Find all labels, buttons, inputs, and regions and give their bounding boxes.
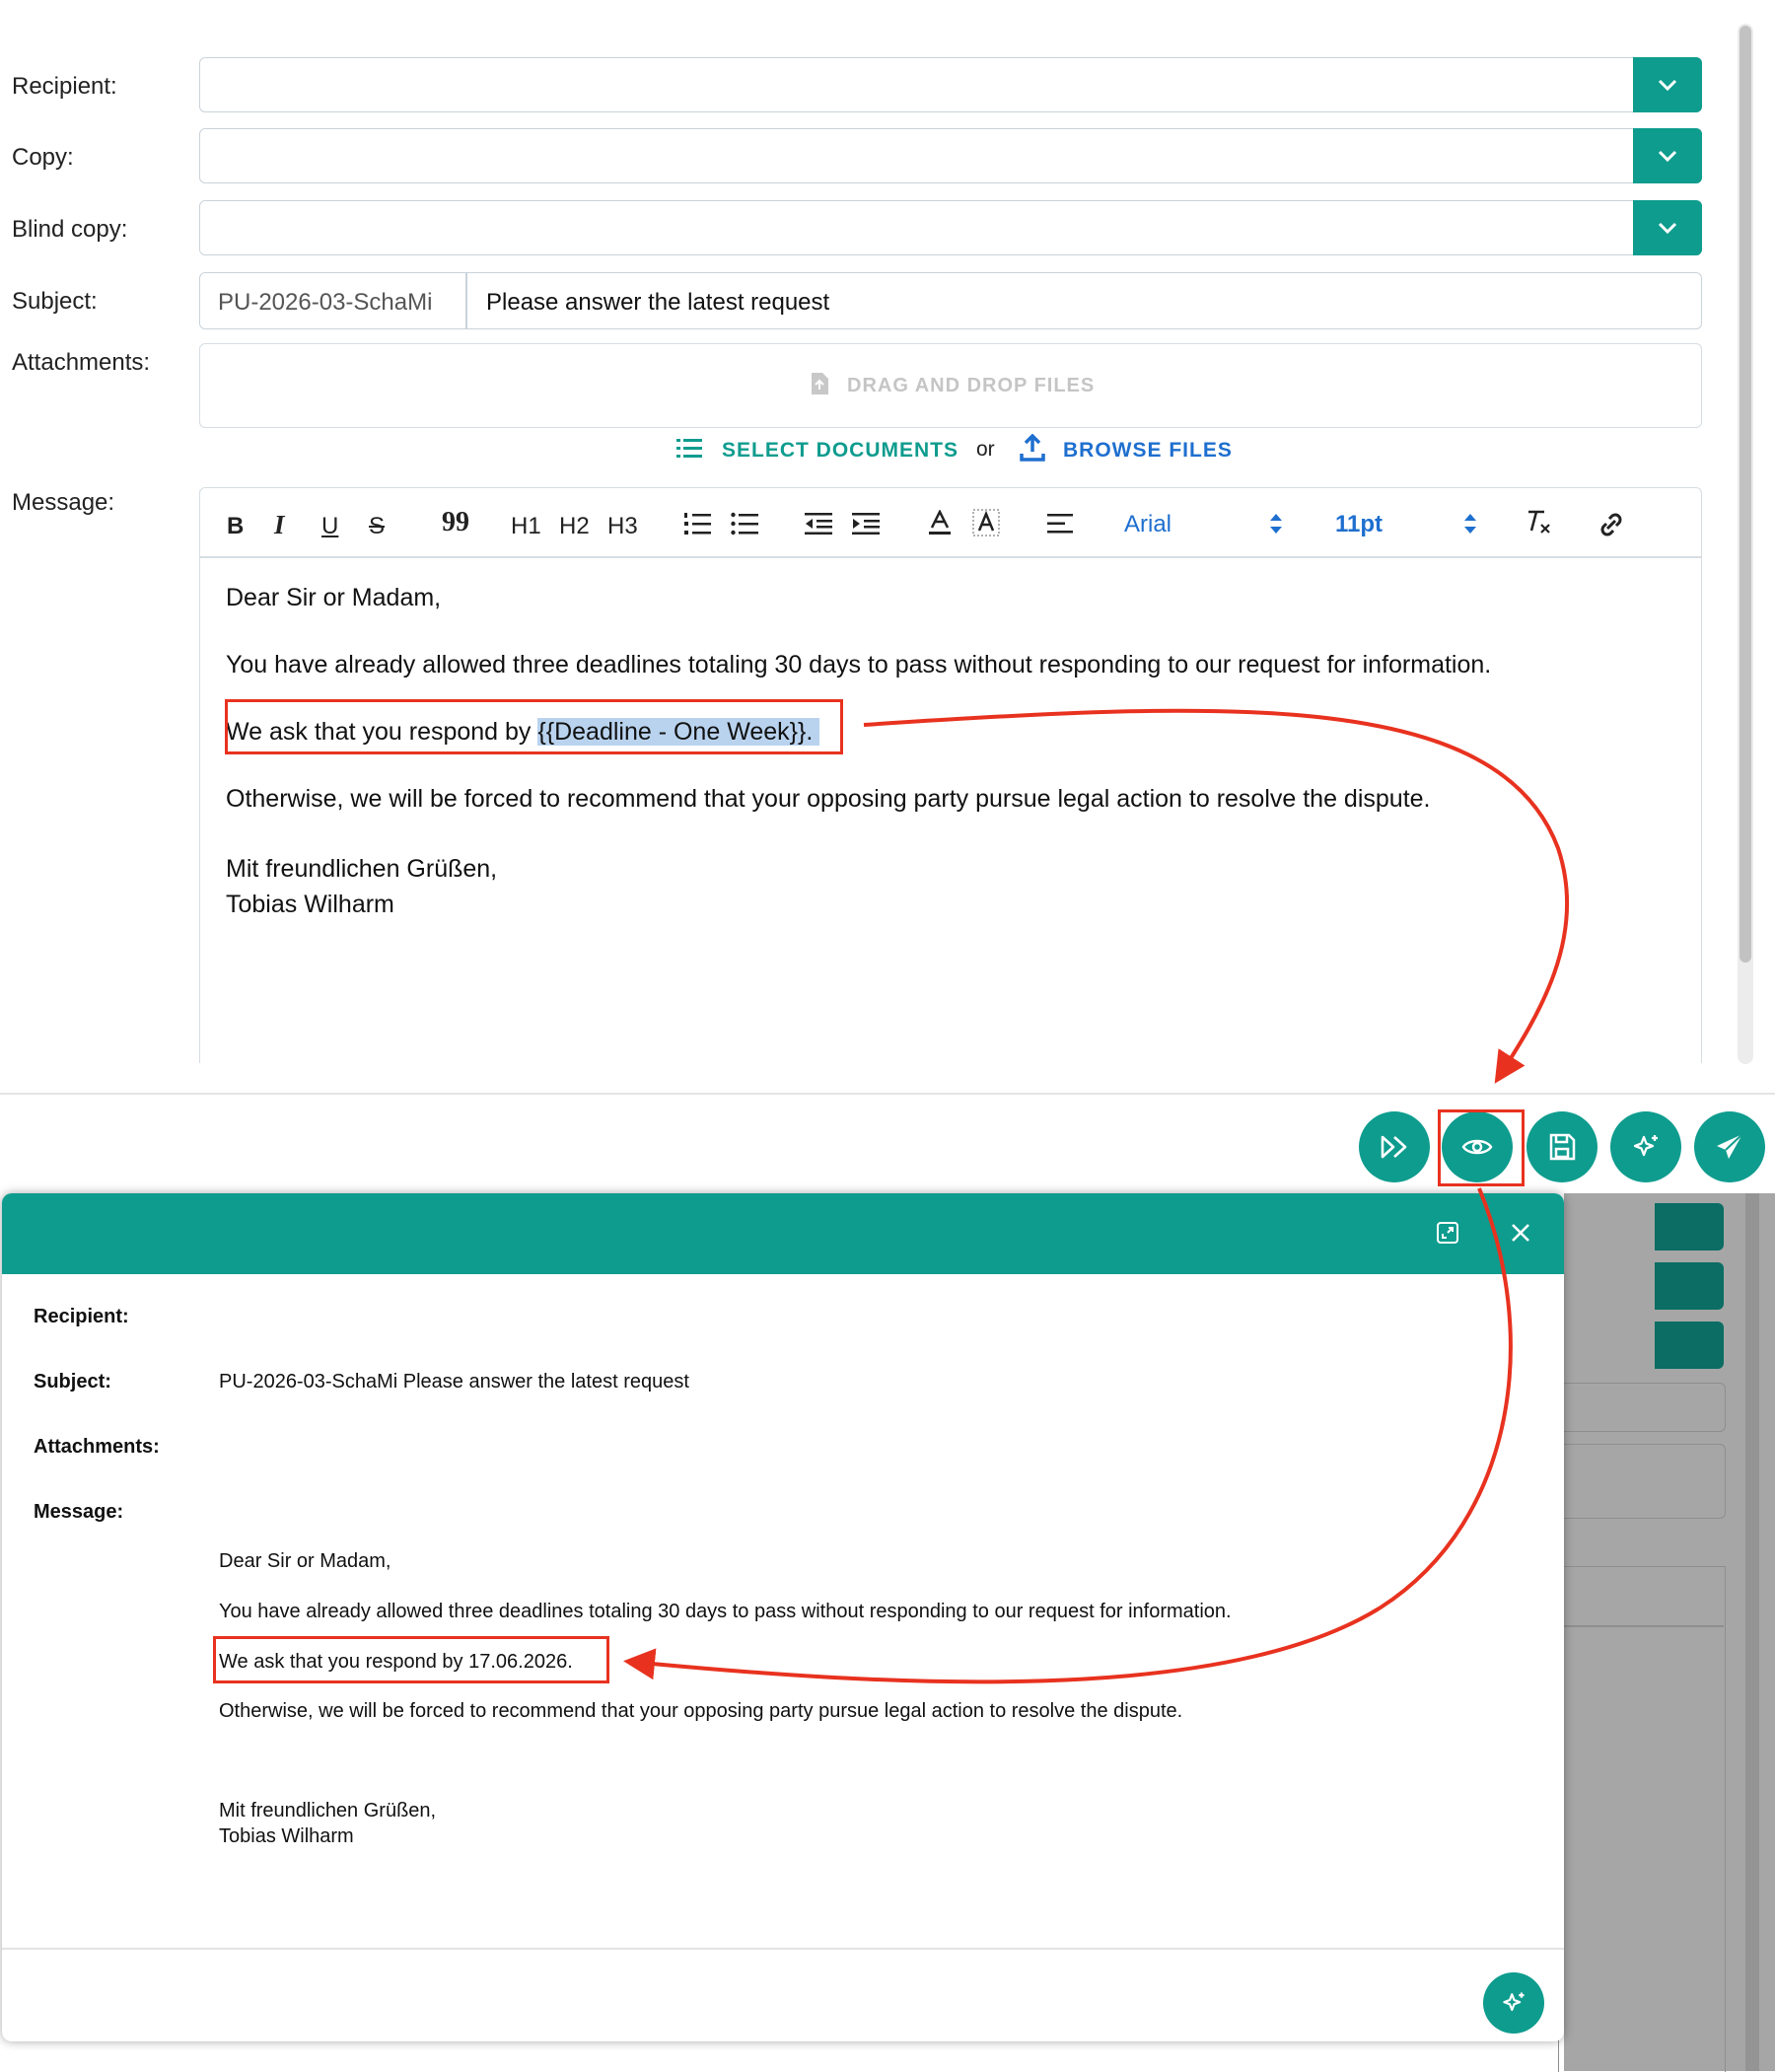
arrow-to-preview [863, 708, 1570, 1084]
arrow-to-result [623, 1187, 1513, 1684]
annotation-arrows [623, 708, 1570, 1684]
